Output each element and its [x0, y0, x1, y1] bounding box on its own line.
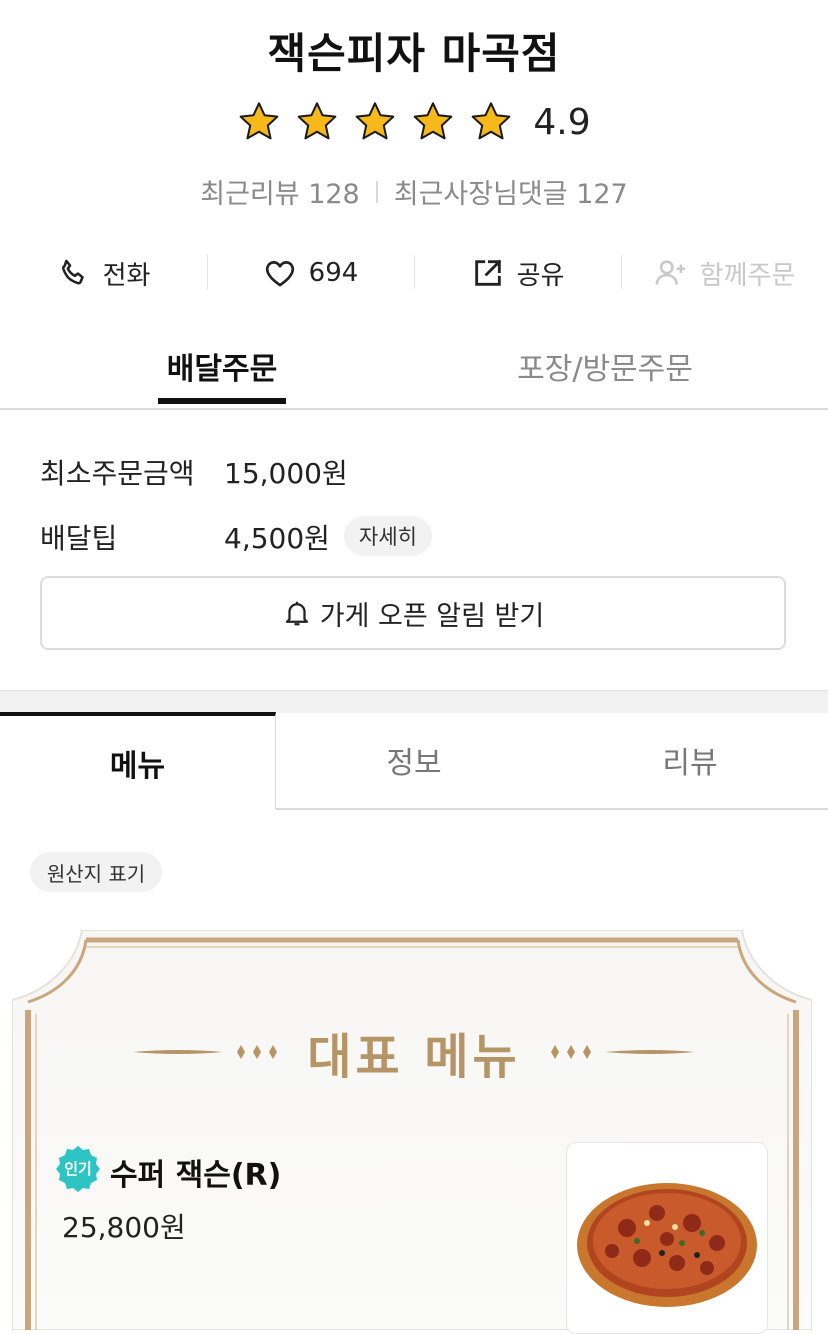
popular-badge: 인기 — [56, 1146, 100, 1192]
section-divider — [0, 690, 828, 713]
star-icon — [472, 102, 511, 140]
call-label: 전화 — [102, 260, 151, 291]
share-button[interactable]: 공유 — [414, 245, 621, 301]
open-alert-button[interactable]: 가게 오픈 알림 받기 — [40, 576, 786, 650]
call-button[interactable]: 전화 — [0, 245, 207, 301]
like-button[interactable]: 694 — [207, 245, 414, 301]
featured-menu-heading: 대표 메뉴 — [0, 1022, 828, 1085]
like-count: 694 — [308, 258, 359, 288]
menu-item-photo[interactable] — [566, 1142, 768, 1334]
ornament-left — [133, 1045, 278, 1059]
bell-icon — [285, 601, 308, 626]
featured-menu-title: 대표 메뉴 — [307, 1029, 521, 1085]
origin-label-chip[interactable]: 원산지 표기 — [30, 852, 162, 892]
rating-row[interactable]: 4.9 — [0, 100, 828, 144]
tab-menu[interactable]: 메뉴 — [0, 712, 276, 810]
phone-icon — [61, 259, 84, 285]
main-tabs: 메뉴 정보 리뷰 — [0, 712, 828, 810]
min-order-value: 15,000원 — [224, 457, 348, 490]
tab-review[interactable]: 리뷰 — [552, 712, 828, 810]
share-label: 공유 — [516, 260, 565, 291]
menu-item-price: 25,800원 — [62, 1211, 186, 1244]
share-icon — [474, 259, 501, 286]
owner-reply-count[interactable]: 최근사장님댓글 127 — [394, 172, 628, 211]
group-order-label: 함께주문 — [699, 260, 796, 291]
tab-info[interactable]: 정보 — [276, 712, 552, 810]
heart-icon — [265, 261, 294, 287]
star-icon — [356, 102, 395, 140]
star-icon — [240, 102, 279, 140]
recent-review-count[interactable]: 최근리뷰 128 — [200, 172, 359, 211]
tab-pickup[interactable]: 포장/방문주문 — [500, 344, 710, 388]
star-icon — [414, 102, 453, 140]
star-icon — [298, 102, 337, 140]
menu-item-name: 수퍼 잭슨(R) — [110, 1158, 282, 1193]
review-stats: 최근리뷰 128 최근사장님댓글 127 — [0, 172, 828, 211]
add-user-icon — [655, 260, 685, 285]
order-type-tabs: 배달주문 포장/방문주문 — [0, 330, 828, 410]
min-order-label: 최소주문금액 — [40, 457, 195, 490]
pizza-image — [577, 1183, 757, 1307]
group-order-button[interactable]: 함께주문 — [621, 245, 828, 301]
delivery-tip-label: 배달팁 — [40, 522, 118, 555]
tip-detail-button[interactable]: 자세히 — [344, 516, 432, 556]
open-alert-label: 가게 오픈 알림 받기 — [319, 600, 545, 632]
store-name: 잭슨피자 마곡점 — [267, 29, 561, 78]
delivery-tip-value: 4,500원 — [224, 522, 330, 555]
ornament-right — [550, 1045, 695, 1059]
rating-value: 4.9 — [533, 101, 591, 143]
divider — [375, 180, 378, 203]
popular-badge-text: 인기 — [64, 1160, 92, 1178]
tab-delivery[interactable]: 배달주문 — [158, 344, 286, 404]
store-actions: 전화 694 공유 함께주문 — [0, 245, 828, 301]
